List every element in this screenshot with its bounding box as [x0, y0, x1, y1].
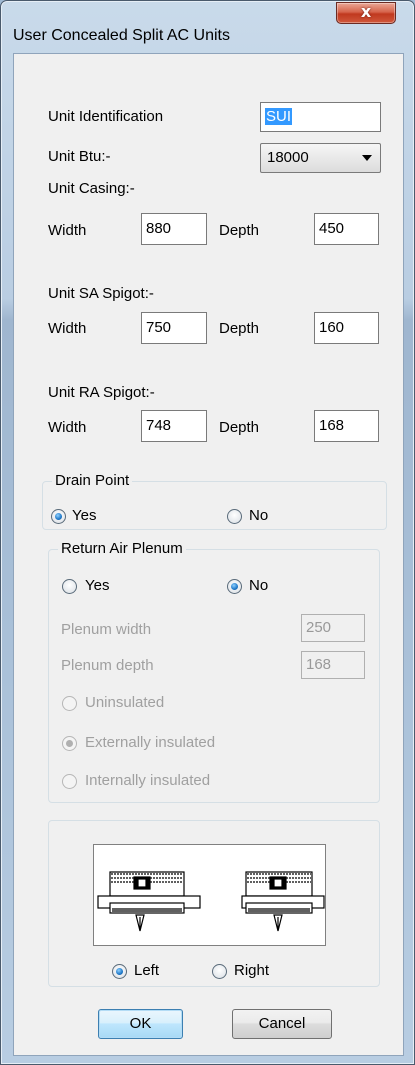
casing-depth-label: Depth [219, 222, 260, 239]
window-title: User Concealed Split AC Units [13, 27, 230, 44]
orientation-left-radio[interactable] [112, 964, 127, 979]
dialog-client-area: Unit Identification SUI Unit Btu:- 18000… [13, 53, 404, 1056]
drain-point-legend: Drain Point [52, 472, 133, 489]
ok-button[interactable]: OK [98, 1009, 183, 1039]
return-air-plenum-legend: Return Air Plenum [58, 540, 186, 557]
uninsulated-radio[interactable] [62, 696, 77, 711]
drain-no-label[interactable]: No [249, 507, 268, 524]
unit-btu-select[interactable]: 18000 [260, 143, 381, 173]
left-unit-drawing [97, 871, 201, 932]
plenum-width-input[interactable]: 250 [301, 614, 365, 642]
ra-width-label: Width [48, 419, 87, 436]
ra-spigot-label: Unit RA Spigot:- [48, 384, 155, 401]
drain-yes-label[interactable]: Yes [72, 507, 96, 524]
sa-width-input[interactable]: 750 [141, 312, 207, 344]
ra-depth-label: Depth [219, 419, 260, 436]
unit-casing-label: Unit Casing:- [48, 180, 135, 197]
externally-insulated-label[interactable]: Externally insulated [85, 734, 215, 751]
casing-depth-input[interactable]: 450 [314, 213, 379, 245]
close-button[interactable]: x [336, 2, 396, 24]
dialog-window: User Concealed Split AC Units x Unit Ide… [0, 0, 415, 1065]
casing-width-input[interactable]: 880 [141, 213, 207, 245]
cancel-button[interactable]: Cancel [232, 1009, 332, 1039]
plenum-depth-input[interactable]: 168 [301, 651, 365, 679]
ac-unit-diagram-icon [97, 871, 325, 932]
internally-insulated-radio[interactable] [62, 774, 77, 789]
plenum-yes-radio[interactable] [62, 579, 77, 594]
unit-identification-label: Unit Identification [48, 108, 164, 125]
ra-width-input[interactable]: 748 [141, 410, 207, 442]
sa-depth-input[interactable]: 160 [314, 312, 379, 344]
plenum-yes-label[interactable]: Yes [85, 577, 109, 594]
uninsulated-label[interactable]: Uninsulated [85, 694, 164, 711]
unit-btu-label: Unit Btu:- [48, 148, 111, 165]
plenum-width-label: Plenum width [61, 621, 152, 638]
sa-width-label: Width [48, 320, 87, 337]
unit-identification-input[interactable]: SUI [260, 102, 381, 132]
drain-yes-radio[interactable] [51, 509, 66, 524]
orientation-left-label[interactable]: Left [134, 962, 159, 979]
orientation-right-radio[interactable] [212, 964, 227, 979]
ra-depth-input[interactable]: 168 [314, 410, 379, 442]
externally-insulated-radio[interactable] [62, 736, 77, 751]
plenum-no-label[interactable]: No [249, 577, 268, 594]
unit-identification-value: SUI [265, 108, 293, 125]
unit-btu-value: 18000 [267, 149, 309, 166]
chevron-down-icon [362, 155, 372, 161]
plenum-no-radio[interactable] [227, 579, 242, 594]
unit-orientation-preview [93, 844, 326, 946]
drain-no-radio[interactable] [227, 509, 242, 524]
casing-width-label: Width [48, 222, 87, 239]
plenum-depth-label: Plenum depth [61, 657, 154, 674]
close-icon: x [360, 2, 372, 21]
sa-depth-label: Depth [219, 320, 260, 337]
internally-insulated-label[interactable]: Internally insulated [85, 772, 210, 789]
right-unit-drawing [241, 871, 325, 932]
orientation-right-label[interactable]: Right [234, 962, 269, 979]
sa-spigot-label: Unit SA Spigot:- [48, 285, 154, 302]
